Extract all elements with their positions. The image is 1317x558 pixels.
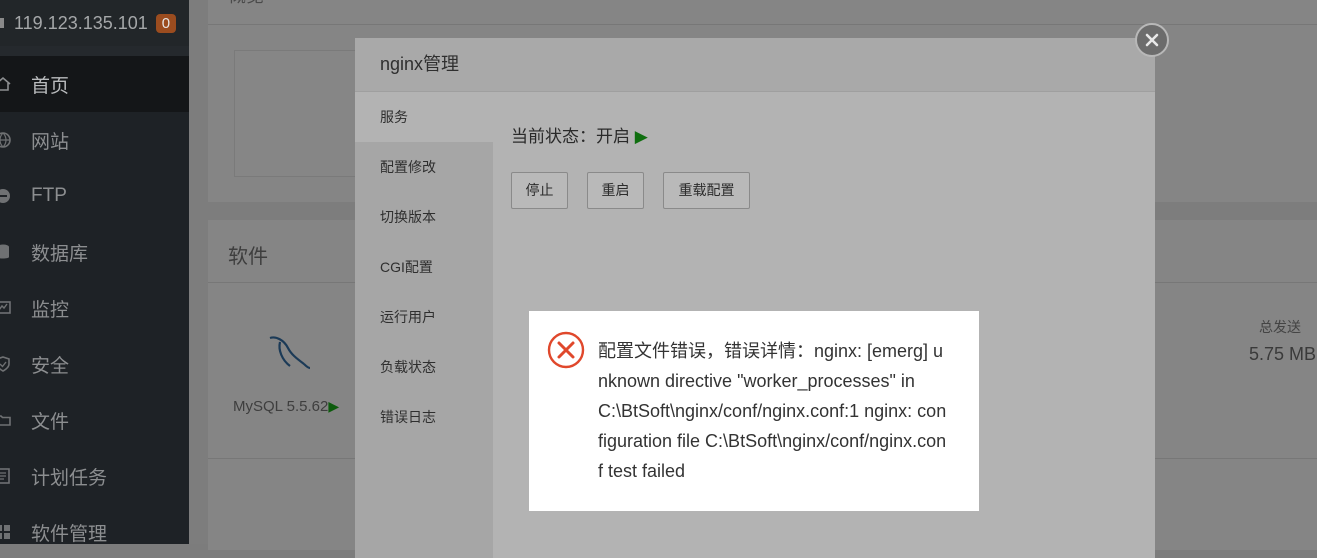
tab-cgi-config[interactable]: CGI配置 — [355, 242, 493, 292]
sidebar-item-database[interactable]: 数据库 — [0, 224, 189, 280]
notification-badge[interactable]: 0 — [155, 13, 177, 33]
tab-load-status[interactable]: 负载状态 — [355, 342, 493, 392]
server-header: 119.123.135.101 0 — [0, 0, 189, 46]
total-send-value: 5.75 MB — [1249, 344, 1317, 364]
overview-title: 概览 — [228, 0, 264, 8]
monitor-icon — [0, 299, 12, 317]
tab-service[interactable]: 服务 — [355, 92, 493, 142]
sidebar-item-security[interactable]: 安全 — [0, 336, 189, 392]
sidebar-item-label: 安全 — [31, 355, 70, 377]
sidebar-item-label: 文件 — [31, 411, 70, 433]
stop-button[interactable]: 停止 — [511, 172, 568, 209]
error-icon — [547, 331, 585, 369]
service-status: 当前状态：开启 ▶ — [511, 122, 648, 147]
globe-icon — [0, 131, 12, 149]
sidebar-item-label: 数据库 — [31, 243, 89, 265]
close-icon — [1145, 33, 1159, 47]
sidebar-item-home[interactable]: 首页 — [0, 56, 189, 112]
sidebar-item-label: 首页 — [31, 75, 70, 97]
software-title: 软件 — [228, 246, 268, 268]
tab-run-user[interactable]: 运行用户 — [355, 292, 493, 342]
tab-error-log[interactable]: 错误日志 — [355, 392, 493, 442]
home-icon — [0, 75, 12, 93]
sidebar-item-ftp[interactable]: FTP — [0, 168, 189, 224]
sidebar-item-tasks[interactable]: 计划任务 — [0, 448, 189, 504]
sidebar: 119.123.135.101 0 首页 网站 FTP 数据库 监控 安全 文件… — [0, 0, 189, 544]
error-message-text: 配置文件错误，错误详情：nginx: [emerg] unknown direc… — [598, 341, 947, 481]
status-label: 当前状态：开启 — [511, 127, 630, 146]
server-ip: 119.123.135.101 — [14, 12, 148, 33]
close-button[interactable] — [1135, 23, 1169, 57]
restart-button[interactable]: 重启 — [587, 172, 644, 209]
tab-config-edit[interactable]: 配置修改 — [355, 142, 493, 192]
modal-title: nginx管理 — [355, 38, 1155, 92]
ftp-icon — [0, 187, 12, 205]
sidebar-item-files[interactable]: 文件 — [0, 392, 189, 448]
sidebar-item-label: FTP — [31, 185, 67, 206]
database-icon — [0, 243, 12, 261]
mysql-logo-icon[interactable] — [266, 330, 312, 376]
sidebar-item-website[interactable]: 网站 — [0, 112, 189, 168]
mysql-version: MySQL 5.5.62 — [233, 398, 329, 415]
play-icon: ▶ — [634, 127, 648, 146]
server-icon — [0, 18, 4, 28]
sidebar-divider — [0, 46, 189, 56]
sidebar-item-label: 计划任务 — [31, 467, 108, 489]
folder-icon — [0, 411, 12, 429]
sidebar-item-label: 网站 — [31, 131, 70, 153]
error-message-box: 配置文件错误，错误详情：nginx: [emerg] unknown direc… — [529, 311, 979, 511]
mysql-label[interactable]: MySQL 5.5.62▶ — [233, 398, 339, 415]
tab-switch-version[interactable]: 切换版本 — [355, 192, 493, 242]
apps-icon — [0, 523, 12, 541]
modal-tabs: 服务 配置修改 切换版本 CGI配置 运行用户 负载状态 错误日志 — [355, 92, 493, 558]
task-icon — [0, 467, 12, 485]
sidebar-item-monitor[interactable]: 监控 — [0, 280, 189, 336]
sidebar-item-software[interactable]: 软件管理 — [0, 504, 189, 544]
reload-config-button[interactable]: 重载配置 — [663, 172, 750, 209]
total-send-label: 总发送 — [1259, 319, 1301, 335]
running-icon: ▶ — [328, 398, 340, 414]
sidebar-item-label: 软件管理 — [31, 523, 108, 545]
sidebar-item-label: 监控 — [31, 299, 70, 321]
shield-icon — [0, 355, 12, 373]
